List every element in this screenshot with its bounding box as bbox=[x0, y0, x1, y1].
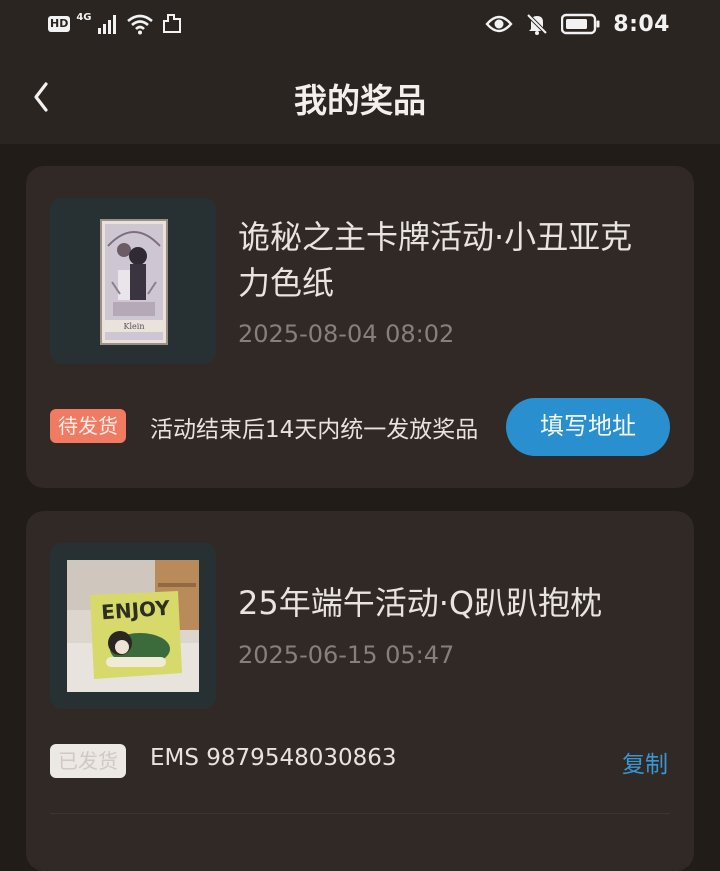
clock: 8:04 bbox=[613, 11, 670, 37]
status-badge: 待发货 bbox=[50, 409, 126, 443]
copy-button[interactable]: 复制 bbox=[622, 745, 668, 779]
fill-address-button[interactable]: 填写地址 bbox=[506, 398, 670, 456]
divider bbox=[50, 813, 670, 814]
hd-badge: HD bbox=[48, 16, 71, 32]
tracking-number: EMS 9879548030863 bbox=[150, 745, 397, 771]
delivery-note: 活动结束后14天内统一发放奖品 bbox=[150, 417, 479, 443]
pillow-photo-image: ENJOY bbox=[67, 560, 199, 692]
bell-off-icon bbox=[526, 13, 548, 35]
prize-thumbnail: Klein bbox=[50, 198, 216, 364]
status-bar: HD 4G 8:04 bbox=[0, 0, 720, 50]
page-title: 我的奖品 bbox=[294, 81, 426, 120]
prize-name: 诡秘之主卡牌活动·小丑亚克力色纸 bbox=[238, 218, 633, 302]
network-type: 4G bbox=[76, 11, 92, 23]
status-right: 8:04 bbox=[485, 10, 670, 38]
prize-thumbnail: ENJOY bbox=[50, 543, 216, 709]
status-left: HD 4G bbox=[48, 12, 184, 36]
nfc-icon bbox=[162, 14, 181, 33]
status-badge: 已发货 bbox=[50, 744, 126, 778]
pillow-text: ENJOY bbox=[100, 596, 171, 625]
battery-icon bbox=[561, 13, 600, 35]
card-label: Klein bbox=[124, 322, 145, 331]
prize-date: 2025-08-04 08:02 bbox=[238, 320, 455, 348]
prize-card: ENJOY 25年端午活动·Q趴趴抱枕 2025-06-15 05:47 已发货… bbox=[26, 511, 694, 871]
prize-card: Klein 诡秘之主卡牌活动·小丑亚克力色纸 2025-08-04 08:02 … bbox=[26, 166, 694, 488]
prize-name: 25年端午活动·Q趴趴抱枕 bbox=[238, 584, 603, 622]
signal-icon bbox=[97, 15, 116, 34]
wifi-icon bbox=[126, 14, 153, 35]
tarot-card-image: Klein bbox=[100, 219, 168, 345]
eye-icon bbox=[485, 15, 513, 33]
prize-date: 2025-06-15 05:47 bbox=[238, 641, 455, 669]
navigation-bar: 我的奖品 bbox=[0, 50, 720, 144]
